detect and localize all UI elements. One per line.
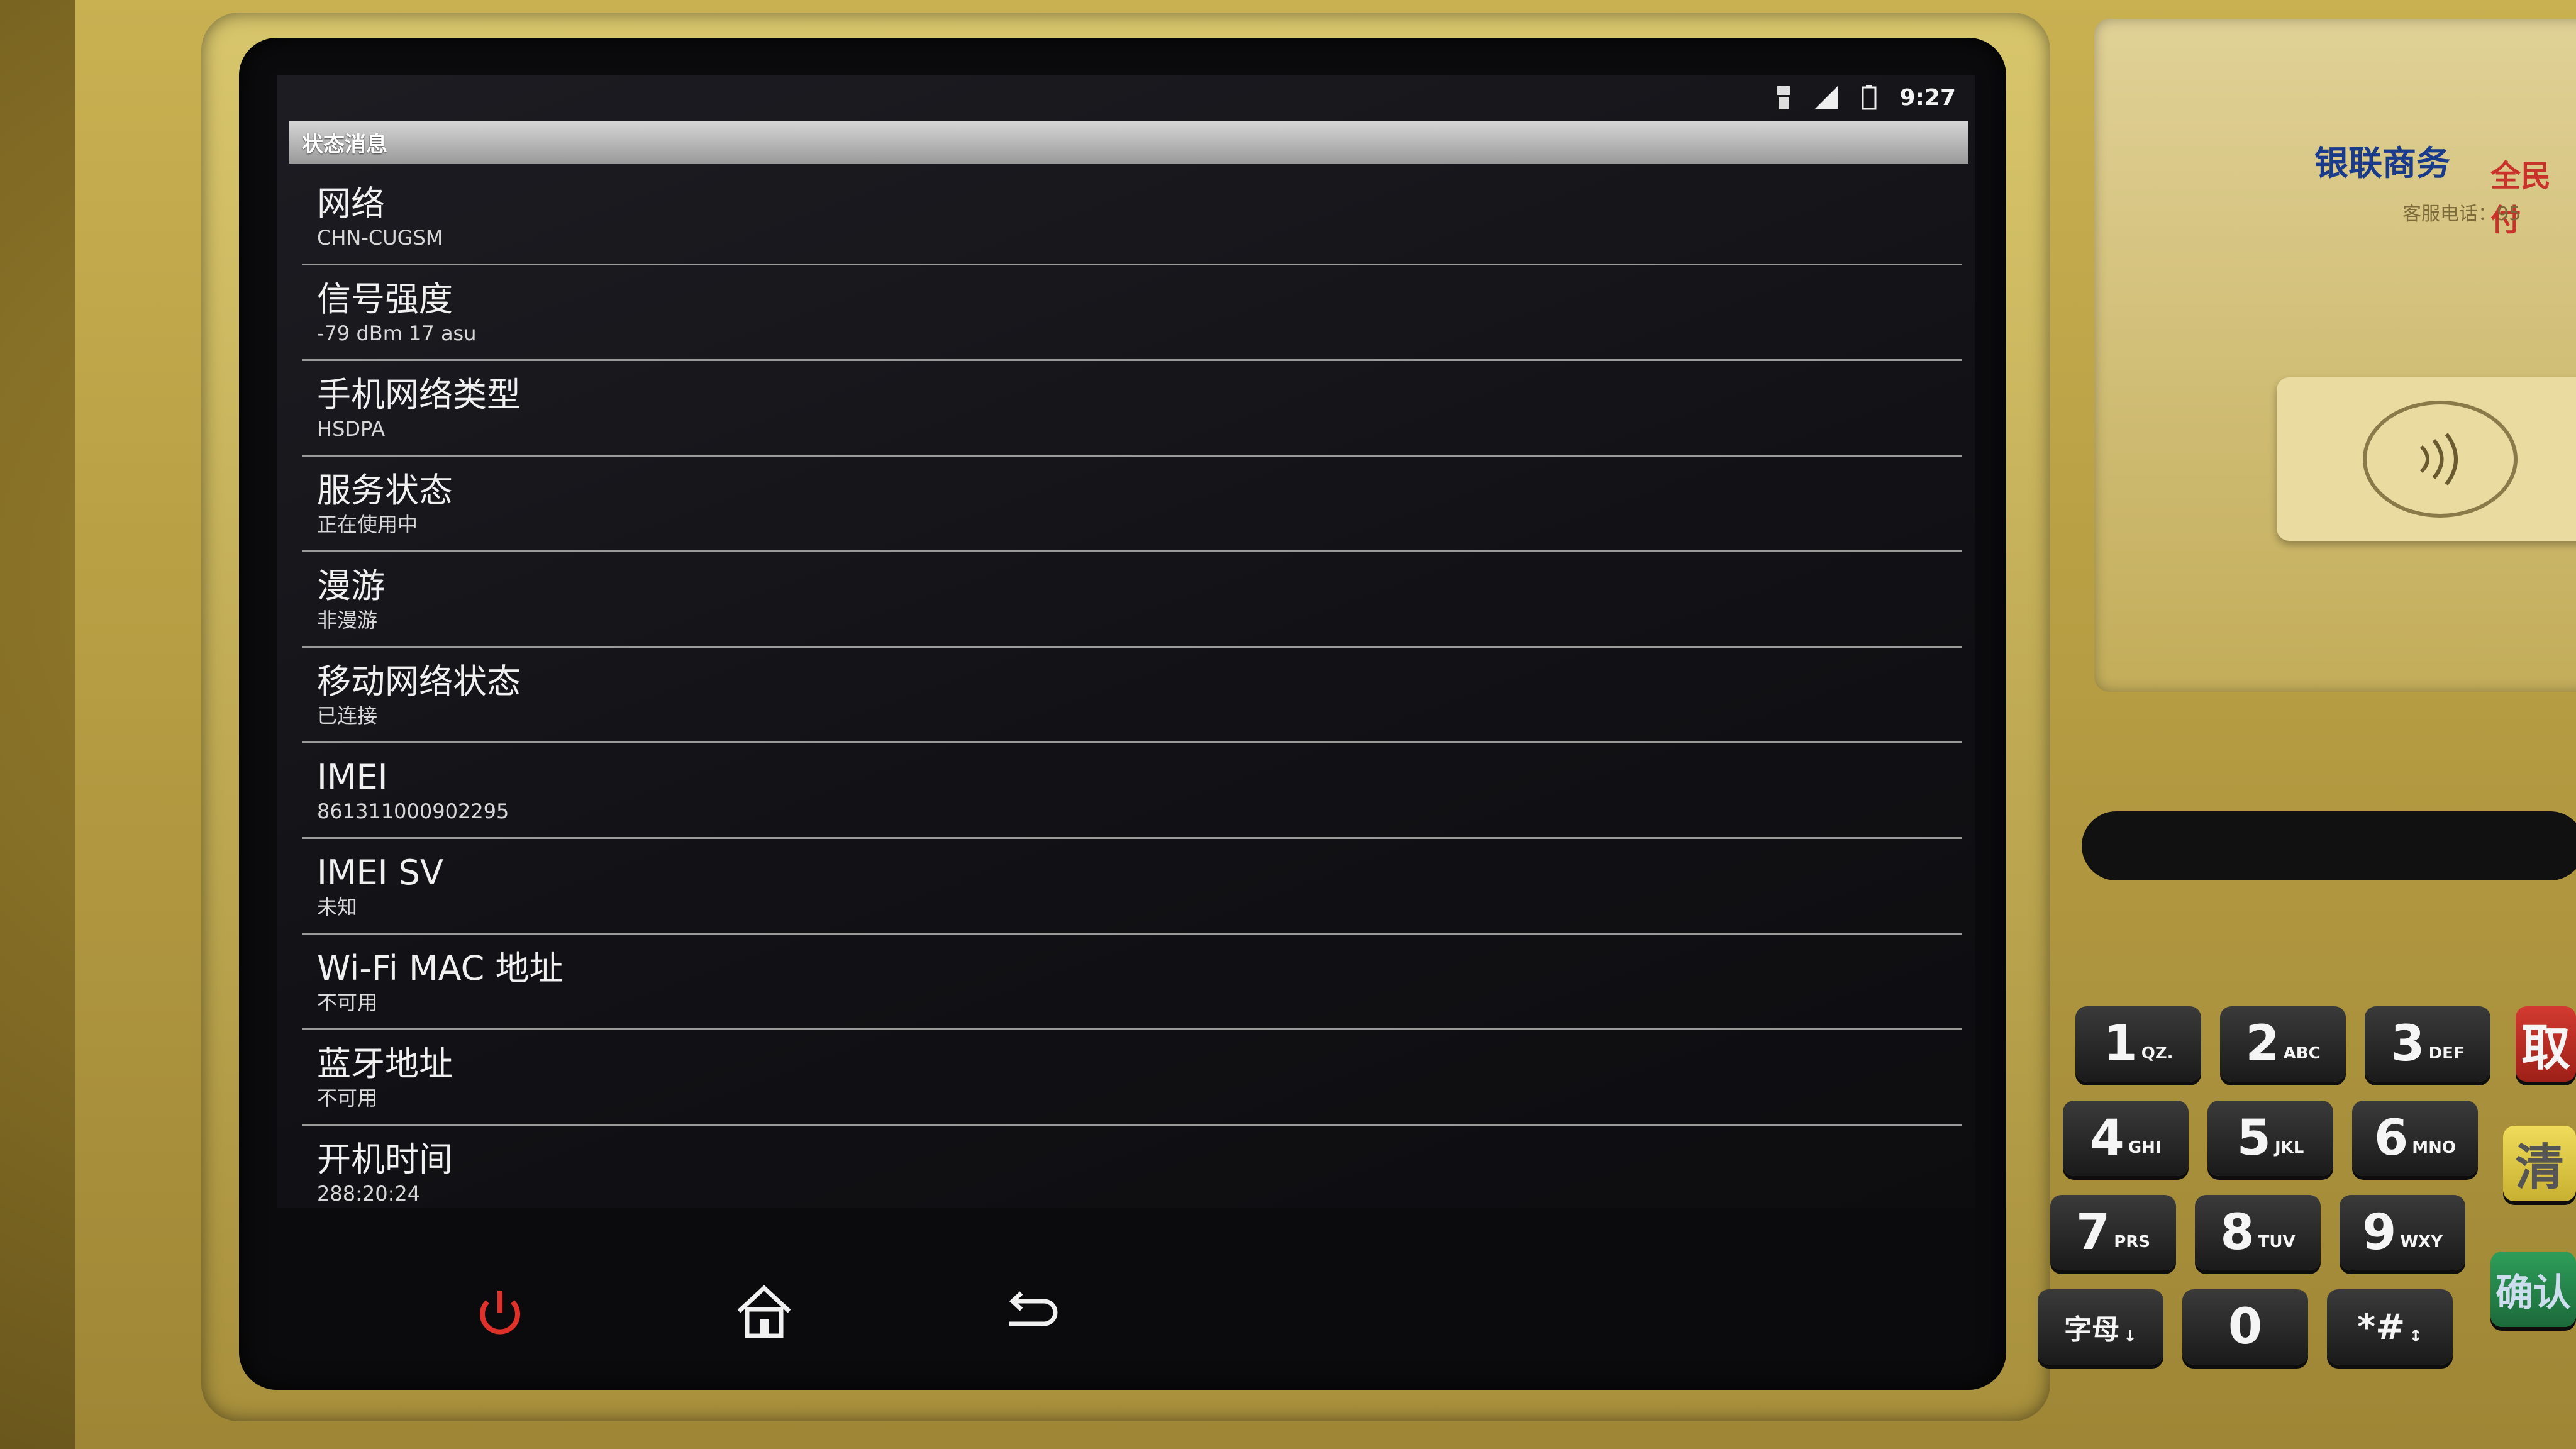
key-7[interactable]: 7 PRS <box>2050 1195 2176 1270</box>
key-clear[interactable]: 清 <box>2503 1126 2576 1201</box>
key-star-hash[interactable]: *# ↕ <box>2327 1289 2453 1365</box>
item-value: 不可用 <box>317 991 378 1014</box>
item-title: 移动网络状态 <box>317 662 521 701</box>
status-list: 网络 CHN-CUGSM 信号强度 -79 dBm 17 asu 手机网络类型 … <box>302 170 1962 1221</box>
contactless-icon <box>2363 401 2518 518</box>
key-letters: MNO <box>2412 1138 2457 1157</box>
item-value: -79 dBm 17 asu <box>317 321 477 345</box>
item-title: IMEI SV <box>317 853 443 892</box>
list-item-uptime[interactable]: 开机时间 288:20:24 <box>302 1126 1962 1221</box>
device-screen: 9:27 状态消息 网络 CHN-CUGSM 信号强度 -79 dBm 17 a… <box>277 75 1975 1208</box>
key-digit: 清 <box>2514 1140 2564 1196</box>
back-icon[interactable] <box>994 1277 1063 1346</box>
key-digit: *# <box>2357 1306 2406 1348</box>
key-4[interactable]: 4 GHI <box>2063 1101 2189 1176</box>
item-title: 信号强度 <box>317 279 453 319</box>
key-digit: 8 <box>2220 1204 2255 1261</box>
item-title: 手机网络类型 <box>317 375 521 414</box>
key-1[interactable]: 1 QZ. <box>2075 1006 2201 1082</box>
hotline-text: 客服电话：95 <box>2402 203 2521 225</box>
list-item-mobile-network-state[interactable]: 移动网络状态 已连接 <box>302 648 1962 743</box>
key-letters: ↕ <box>2409 1327 2423 1346</box>
card-reader-panel <box>2094 19 2576 692</box>
key-confirm[interactable]: 确认 <box>2490 1252 2576 1327</box>
item-title: IMEI <box>317 757 388 797</box>
item-value: 288:20:24 <box>317 1182 421 1206</box>
brand-logo: 银联商务 <box>2314 143 2450 183</box>
item-value: 已连接 <box>317 704 378 728</box>
brand-logo-red: 全民付 <box>2490 158 2551 238</box>
home-icon[interactable] <box>730 1277 799 1346</box>
key-5[interactable]: 5 JKL <box>2207 1101 2333 1176</box>
list-item-signal-strength[interactable]: 信号强度 -79 dBm 17 asu <box>302 265 1962 361</box>
key-letters: ABC <box>2283 1044 2321 1063</box>
key-letters: DEF <box>2428 1044 2465 1063</box>
item-value: HSDPA <box>317 417 386 441</box>
item-title: 服务状态 <box>317 470 453 510</box>
key-0[interactable]: 0 <box>2182 1289 2308 1365</box>
item-title: 漫游 <box>317 566 385 606</box>
key-letters: PRS <box>2114 1233 2151 1252</box>
key-letters-mode[interactable]: 字母 ↓ <box>2038 1289 2163 1365</box>
usb-icon <box>1777 86 1790 109</box>
list-item-imei[interactable]: IMEI 861311000902295 <box>302 743 1962 839</box>
list-item-network-type[interactable]: 手机网络类型 HSDPA <box>302 361 1962 457</box>
key-digit: 4 <box>2090 1110 2124 1167</box>
battery-icon <box>1862 85 1877 110</box>
item-value: 正在使用中 <box>317 513 418 536</box>
key-digit: 7 <box>2075 1204 2111 1261</box>
item-title: Wi-Fi MAC 地址 <box>317 948 564 988</box>
item-value: 861311000902295 <box>317 799 509 823</box>
card-slot[interactable] <box>2082 811 2576 880</box>
key-9[interactable]: 9 WXY <box>2340 1195 2465 1270</box>
key-3[interactable]: 3 DEF <box>2365 1006 2490 1082</box>
list-item-roaming[interactable]: 漫游 非漫游 <box>302 552 1962 648</box>
item-value: 不可用 <box>317 1086 378 1110</box>
key-letters: JKL <box>2274 1138 2304 1157</box>
key-letters: GHI <box>2128 1138 2162 1157</box>
key-digit: 字母 <box>2064 1314 2120 1346</box>
key-letters: ↓ <box>2123 1327 2137 1346</box>
key-digit: 确认 <box>2496 1270 2571 1315</box>
list-item-wifi-mac[interactable]: Wi-Fi MAC 地址 不可用 <box>302 935 1962 1030</box>
key-letters: WXY <box>2400 1233 2443 1252</box>
status-bar: 9:27 <box>277 75 1975 119</box>
key-digit: 9 <box>2362 1204 2397 1261</box>
photo-scene: 9:27 状态消息 网络 CHN-CUGSM 信号强度 -79 dBm 17 a… <box>0 0 2576 1449</box>
item-value: 未知 <box>317 895 358 919</box>
key-digit: 2 <box>2245 1016 2280 1072</box>
contactless-pad[interactable] <box>2277 377 2576 541</box>
list-item-bluetooth-address[interactable]: 蓝牙地址 不可用 <box>302 1030 1962 1126</box>
signal-icon <box>1815 86 1838 109</box>
key-digit: 3 <box>2390 1016 2425 1072</box>
key-digit: 取 <box>2521 1020 2570 1077</box>
page-title: 状态消息 <box>302 131 387 157</box>
item-title: 网络 <box>317 184 385 223</box>
power-icon[interactable] <box>465 1277 535 1346</box>
key-6[interactable]: 6 MNO <box>2352 1101 2478 1176</box>
pin-keypad: 1 QZ. 2 ABC 3 DEF 取 4 GHI 5 JKL 6 MNO 清 7 PRS 8… <box>2038 1000 2576 1377</box>
status-time: 9:27 <box>1899 84 1956 111</box>
item-title: 开机时间 <box>317 1140 453 1179</box>
key-digit: 5 <box>2236 1110 2271 1167</box>
list-item-service-state[interactable]: 服务状态 正在使用中 <box>302 457 1962 552</box>
title-bar: 状态消息 <box>289 121 1968 164</box>
key-2[interactable]: 2 ABC <box>2220 1006 2346 1082</box>
item-value: 非漫游 <box>317 608 378 632</box>
list-item-network[interactable]: 网络 CHN-CUGSM <box>302 170 1962 265</box>
item-title: 蓝牙地址 <box>317 1044 453 1084</box>
key-letters: QZ. <box>2141 1044 2174 1063</box>
item-value: CHN-CUGSM <box>317 226 443 250</box>
key-cancel[interactable]: 取 <box>2516 1006 2576 1082</box>
navigation-bar <box>377 1252 1258 1352</box>
key-digit: 0 <box>2228 1299 2263 1355</box>
key-digit: 1 <box>2103 1016 2138 1072</box>
key-letters: TUV <box>2258 1233 2296 1252</box>
list-item-imei-sv[interactable]: IMEI SV 未知 <box>302 839 1962 935</box>
key-8[interactable]: 8 TUV <box>2195 1195 2321 1270</box>
key-digit: 6 <box>2373 1110 2409 1167</box>
